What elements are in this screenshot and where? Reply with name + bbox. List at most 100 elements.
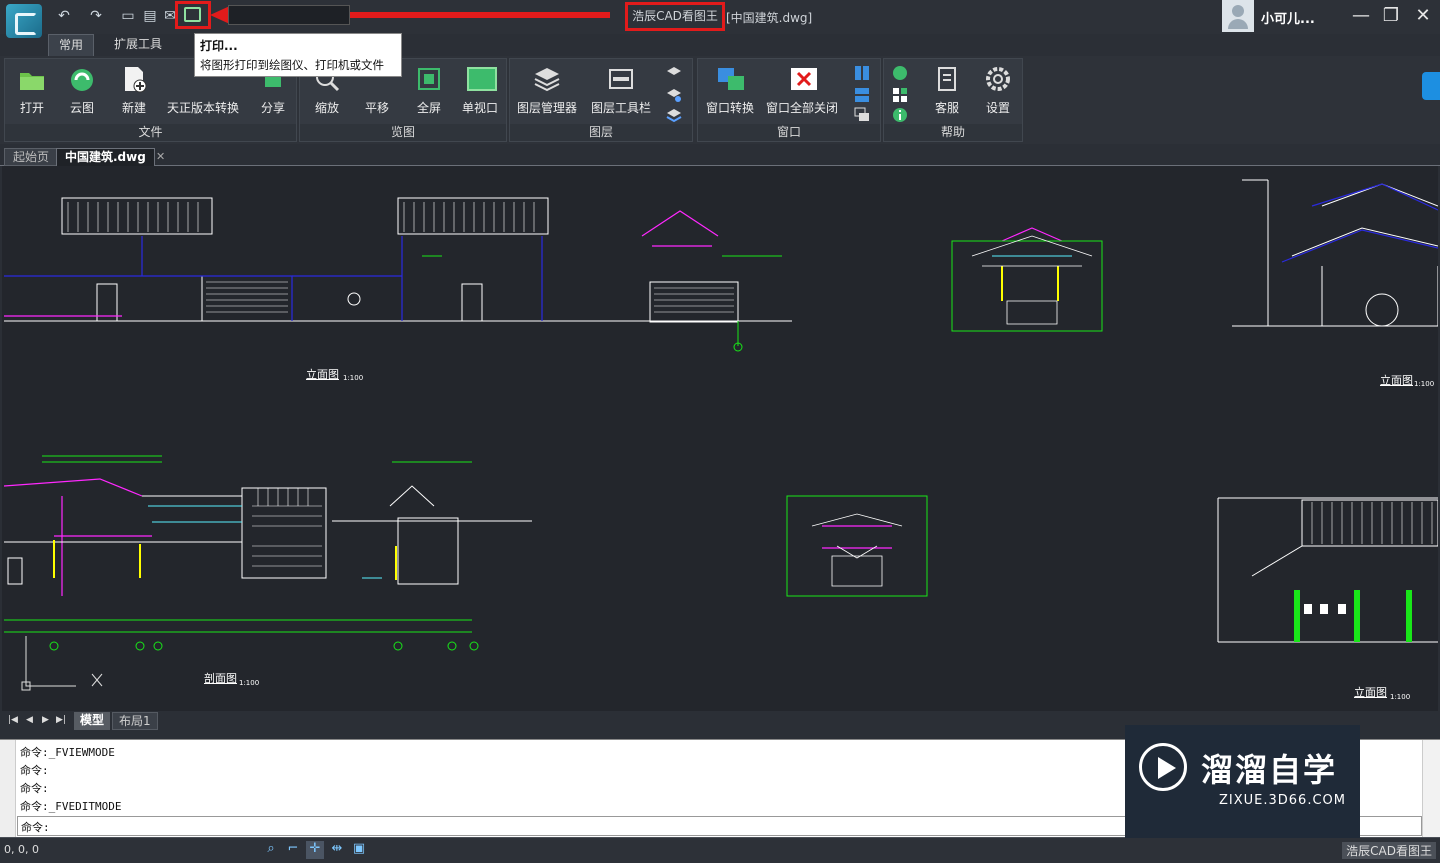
command-prompt: 命令: — [21, 821, 50, 834]
elevation-label-3: 立面图 — [1354, 686, 1387, 699]
snap-icon[interactable]: ✛ — [306, 841, 324, 859]
tab-extension-tools[interactable]: 扩展工具 — [104, 34, 172, 56]
fullscreen-label: 全屏 — [416, 101, 441, 115]
print-tooltip: 打印... 将图形打印到绘图仪、打印机或文件 — [194, 33, 402, 77]
help-group-label: 帮助 — [884, 124, 1022, 141]
tab-start-page[interactable]: 起始页 — [4, 148, 59, 166]
link-icon[interactable] — [1422, 72, 1440, 100]
command-history-line: 命令: — [20, 782, 49, 795]
ortho-icon[interactable]: ⌐ — [284, 841, 302, 859]
zoom-label: 缩放 — [314, 101, 339, 115]
view-group-label: 览图 — [300, 124, 506, 141]
watermark-title: 溜溜自学 — [1201, 751, 1338, 789]
cad-drawing — [3, 179, 1438, 691]
elevation-scale-3: 1:100 — [1390, 693, 1411, 701]
gear-icon — [984, 65, 1012, 93]
title-bar: ↶ ↷ ▭ ▤ ✉ 浩辰CAD看图王 [中国建筑.dwg] 小可儿... — ❐… — [0, 0, 1440, 38]
tile-horizontal-icon[interactable] — [854, 87, 870, 103]
cloud-button[interactable]: 云图 — [59, 63, 105, 121]
info-icon[interactable] — [892, 107, 908, 123]
cloud-icon — [68, 65, 96, 93]
window-switch-button[interactable]: 窗口转换 — [702, 63, 758, 121]
elevation-scale-2: 1:100 — [1414, 380, 1435, 388]
restore-icon[interactable]: ❐ — [1378, 4, 1404, 28]
window-switch-icon — [716, 65, 744, 93]
layer-toolbar-label: 图层工具栏 — [590, 101, 651, 115]
status-bar: 0, 0, 0 ⌕ ⌐ ✛ ⇹ ▣ 浩辰CAD看图王 — [0, 837, 1440, 863]
cascade-icon[interactable] — [854, 107, 870, 123]
command-scrollbar[interactable] — [1422, 740, 1440, 838]
minimize-icon[interactable]: — — [1348, 4, 1374, 28]
tangent-convert-label: 天正版本转换 — [166, 101, 239, 115]
single-viewport-button[interactable]: 单视口 — [456, 63, 504, 121]
section-scale: 1:100 — [239, 679, 260, 687]
play-icon — [1139, 743, 1187, 791]
elevation-label-1: 立面图 — [306, 368, 339, 381]
new-button[interactable]: 新建 — [111, 63, 157, 121]
print-icon[interactable] — [184, 7, 201, 22]
tab-close-icon[interactable]: ✕ — [156, 150, 165, 163]
layer-small-icon-3[interactable] — [666, 107, 682, 123]
user-name[interactable]: 小可儿... — [1261, 8, 1315, 27]
app-logo[interactable] — [6, 4, 42, 38]
command-window-handle[interactable] — [0, 740, 16, 838]
layer-small-icon-1[interactable] — [666, 65, 682, 81]
tab-common[interactable]: 常用 — [48, 34, 95, 56]
user-avatar[interactable] — [1222, 0, 1254, 32]
section-label: 剖面图 — [204, 672, 237, 685]
app-title: 浩辰CAD看图王 — [625, 2, 725, 31]
layer-manager-label: 图层管理器 — [516, 101, 577, 115]
first-layout-icon[interactable]: |◀ — [8, 715, 18, 725]
command-history-line: 命令:_FVEDITMODE — [20, 800, 122, 813]
close-all-windows-button[interactable]: 窗口全部关闭 — [764, 63, 840, 121]
settings-button[interactable]: 设置 — [976, 63, 1020, 121]
last-layout-icon[interactable]: ▶| — [56, 715, 66, 725]
tooltip-title: 打印... — [200, 39, 238, 53]
zoom-status-icon[interactable]: ⌕ — [262, 841, 280, 859]
file-group-label: 文件 — [5, 124, 296, 141]
new-file-icon — [120, 65, 148, 93]
watermark-url: ZIXUE.3D66.COM — [1219, 793, 1346, 808]
open-button[interactable]: 打开 — [9, 63, 55, 121]
close-windows-icon — [788, 65, 817, 93]
window-switch-label: 窗口转换 — [705, 101, 754, 115]
layer-manager-button[interactable]: 图层管理器 — [514, 63, 580, 121]
tooltip-description: 将图形打印到绘图仪、打印机或文件 — [200, 58, 384, 72]
fullscreen-icon — [415, 65, 443, 93]
share-label: 分享 — [260, 101, 285, 115]
mirror-icon[interactable]: ⇹ — [328, 841, 346, 859]
drawing-canvas[interactable]: 立面图 1:100 立面图 1:100 剖面图 1:100 立面图 1:100 — [2, 166, 1438, 711]
plugins-icon[interactable] — [892, 87, 908, 103]
pan-label: 平移 — [364, 101, 389, 115]
layer-small-icon-2[interactable] — [666, 87, 682, 103]
tab-current-document[interactable]: 中国建筑.dwg — [56, 148, 155, 166]
save-icon[interactable]: ▤ — [140, 6, 160, 26]
close-icon[interactable]: ✕ — [1410, 4, 1436, 28]
customer-service-button[interactable]: 客服 — [924, 63, 970, 121]
elevation-scale-1: 1:100 — [343, 374, 364, 382]
document-selector[interactable] — [228, 5, 350, 25]
coordinates-readout: 0, 0, 0 — [4, 843, 39, 856]
undo-icon[interactable]: ↶ — [54, 6, 74, 26]
status-app-label: 浩辰CAD看图王 — [1342, 842, 1436, 859]
tab-layout1[interactable]: 布局1 — [112, 712, 158, 730]
open-folder-icon[interactable]: ▭ — [118, 6, 138, 26]
layer-group-label: 图层 — [510, 124, 692, 141]
prev-layout-icon[interactable]: ◀ — [26, 715, 33, 725]
update-icon[interactable] — [892, 65, 908, 81]
tab-model[interactable]: 模型 — [74, 712, 111, 730]
viewport-icon — [466, 65, 497, 93]
next-layout-icon[interactable]: ▶ — [42, 715, 49, 725]
window-group-label: 窗口 — [698, 124, 880, 141]
tile-vertical-icon[interactable] — [854, 65, 870, 81]
close-all-windows-label: 窗口全部关闭 — [765, 101, 838, 115]
open-folder-icon — [18, 65, 46, 93]
redo-icon[interactable]: ↷ — [86, 6, 106, 26]
fullscreen-button[interactable]: 全屏 — [406, 63, 452, 121]
help-group: 客服 设置 帮助 — [883, 58, 1023, 142]
extents-icon[interactable]: ▣ — [350, 841, 368, 859]
document-tab-bar: 起始页 中国建筑.dwg ✕ — [0, 144, 1440, 166]
layer-toolbar-button[interactable]: 图层工具栏 — [588, 63, 654, 121]
new-label: 新建 — [121, 101, 146, 115]
service-icon — [933, 65, 961, 93]
